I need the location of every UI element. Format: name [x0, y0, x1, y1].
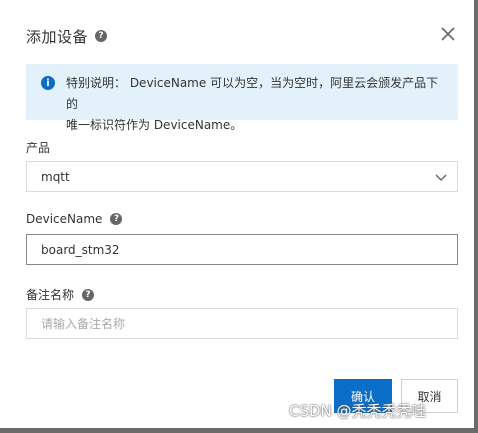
device-name-input[interactable]: board_stm32	[26, 234, 458, 265]
product-label: 产品	[26, 141, 51, 155]
device-name-value: board_stm32	[41, 242, 120, 257]
product-select-value: mqtt	[41, 169, 70, 184]
remark-help-icon[interactable]: ?	[82, 288, 95, 301]
add-device-dialog: 添加设备 ? i 特别说明： DeviceName 可以为空，当为空时，阿里云会…	[0, 0, 474, 428]
info-notice: i 特别说明： DeviceName 可以为空，当为空时，阿里云会颁发产品下的 …	[26, 64, 458, 132]
remark-label: 备注名称 ?	[26, 286, 95, 303]
device-name-label: DeviceName ?	[26, 212, 123, 226]
watermark: CSDN @秃秃秃秃哇	[289, 402, 427, 420]
notice-line-1: 特别说明： DeviceName 可以为空，当为空时，阿里云会颁发产品下的	[66, 76, 439, 111]
device-name-help-icon[interactable]: ?	[110, 213, 123, 225]
product-select[interactable]: mqtt	[26, 161, 458, 192]
dialog-title: 添加设备	[26, 27, 89, 46]
chevron-down-icon	[435, 174, 447, 181]
notice-line-2: 唯一标识符作为 DeviceName。	[66, 118, 243, 132]
dialog-header: 添加设备 ?	[26, 24, 108, 48]
help-icon[interactable]: ?	[95, 30, 108, 42]
remark-input[interactable]: 请输入备注名称	[26, 308, 458, 339]
remark-placeholder: 请输入备注名称	[41, 317, 126, 331]
close-icon[interactable]	[440, 26, 456, 42]
info-icon: i	[41, 76, 55, 90]
